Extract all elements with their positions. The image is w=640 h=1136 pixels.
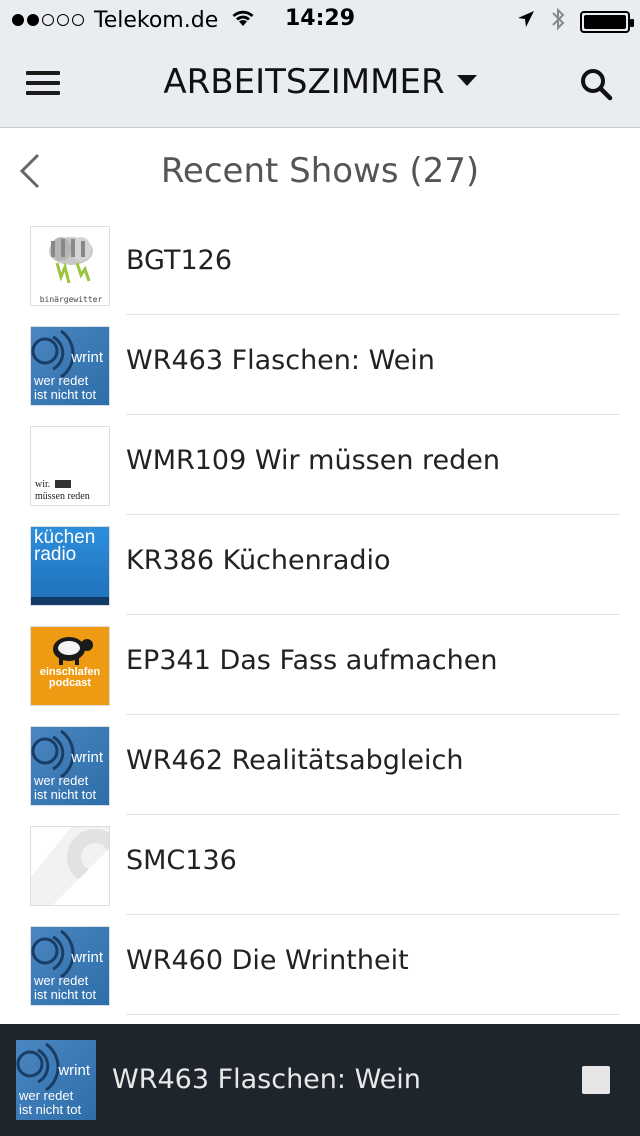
list-item[interactable]: küchen radio KR386 Küchenradio — [0, 515, 640, 615]
battery-icon — [580, 11, 634, 33]
thumb-caption: wer redet ist nicht tot — [34, 373, 97, 402]
section-header: Recent Shows (27) — [0, 129, 640, 215]
search-icon[interactable] — [578, 66, 614, 102]
thumb-brand: wrint — [71, 749, 103, 766]
stop-icon[interactable] — [582, 1066, 610, 1094]
list-item[interactable]: wrint wer redet ist nicht tot WR460 Die W… — [0, 915, 640, 1015]
podcast-cover-binaergewitter: binärgewitter — [30, 226, 110, 306]
thumb-line2: müssen reden — [35, 491, 90, 502]
show-title: BGT126 — [126, 245, 233, 276]
show-title: KR386 Küchenradio — [126, 545, 391, 576]
show-title: SMC136 — [126, 845, 237, 876]
podcast-cover-wir-muessen-reden: wir. müssen reden — [30, 426, 110, 506]
thumb-caption: wer redet ist nicht tot — [19, 1088, 82, 1117]
show-title: WR463 Flaschen: Wein — [126, 345, 435, 376]
podcast-cover-einschlafen: einschlafen podcast — [30, 626, 110, 706]
now-playing-cover: wrint wer redet ist nicht tot — [16, 1040, 96, 1120]
now-playing-bar[interactable]: wrint wer redet ist nicht tot WR463 Flasc… — [0, 1024, 640, 1136]
thumb-brand: wrint — [71, 349, 103, 366]
list-item[interactable]: wrint wer redet ist nicht tot WR463 Flasc… — [0, 315, 640, 415]
show-title: WMR109 Wir müssen reden — [126, 445, 500, 476]
list-item[interactable]: binärgewitter BGT126 — [0, 215, 640, 315]
podcast-cover-wrint: wrint wer redet ist nicht tot — [30, 726, 110, 806]
podcast-cover-smc — [30, 826, 110, 906]
list-item[interactable]: wir. müssen reden WMR109 Wir müssen reden — [0, 415, 640, 515]
show-title: WR462 Realitätsabgleich — [126, 745, 464, 776]
thumb-caption: wer redet ist nicht tot — [34, 973, 97, 1002]
section-title: Recent Shows (27) — [160, 151, 480, 191]
thumb-caption: wer redet ist nicht tot — [34, 773, 97, 802]
thumb-brand: wrint — [71, 949, 103, 966]
room-selector[interactable]: ARBEITSZIMMER — [0, 62, 640, 102]
room-name: ARBEITSZIMMER — [163, 62, 445, 102]
podcast-cover-kuechenradio: küchen radio — [30, 526, 110, 606]
bluetooth-icon — [550, 6, 566, 38]
status-bar: Telekom.de 14:29 — [0, 0, 640, 40]
list-item[interactable]: SMC136 — [0, 815, 640, 915]
thumb-line1: wir. — [35, 479, 51, 490]
thumb-line2: podcast — [48, 677, 92, 689]
now-playing-title: WR463 Flaschen: Wein — [112, 1064, 421, 1095]
list-item[interactable]: einschlafen podcast EP341 Das Fass aufmac… — [0, 615, 640, 715]
location-arrow-icon — [516, 9, 536, 35]
caret-down-icon — [456, 75, 477, 86]
show-title: WR460 Die Wrintheit — [126, 945, 409, 976]
podcast-cover-wrint: wrint wer redet ist nicht tot — [30, 926, 110, 1006]
thumb-line2: radio — [34, 544, 77, 565]
show-list: binärgewitter BGT126 wrint wer redet ist … — [0, 215, 640, 1015]
thumb-brand: wrint — [58, 1062, 90, 1079]
nav-bar: ARBEITSZIMMER — [0, 40, 640, 128]
podcast-cover-wrint: wrint wer redet ist nicht tot — [30, 326, 110, 406]
status-right — [516, 6, 634, 38]
divider — [126, 1014, 620, 1015]
show-title: EP341 Das Fass aufmachen — [126, 645, 498, 676]
thumb-text: binärgewitter — [40, 295, 103, 304]
list-item[interactable]: wrint wer redet ist nicht tot WR462 Reali… — [0, 715, 640, 815]
